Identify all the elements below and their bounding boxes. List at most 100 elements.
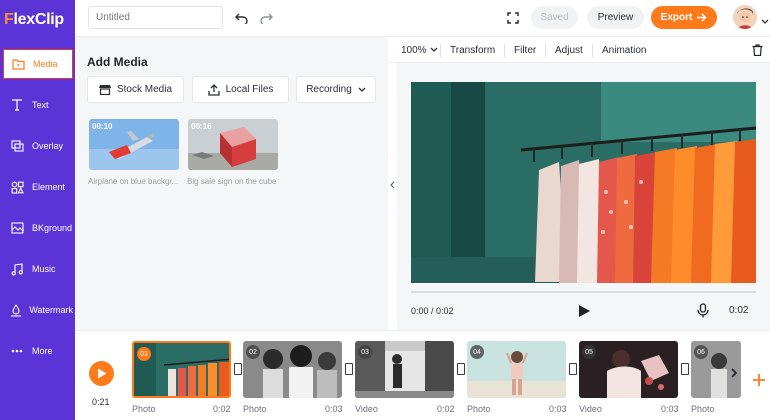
sidebar-item-more[interactable]: More (3, 336, 73, 366)
clip-number: 04 (470, 345, 484, 359)
total-duration: 0:02 (729, 305, 749, 316)
folder-media-icon (10, 56, 26, 72)
collapse-panel-handle[interactable] (388, 157, 397, 213)
sidebar-item-music[interactable]: Music (3, 254, 73, 284)
clip-number: 03 (358, 345, 372, 359)
project-title-input[interactable] (88, 6, 223, 29)
chevron-down-icon[interactable] (761, 12, 769, 24)
clip-type: Photo (467, 404, 491, 414)
microphone-icon[interactable] (697, 303, 711, 319)
clip-duration: 0:03 (549, 404, 567, 414)
undo-icon[interactable] (232, 9, 250, 27)
play-icon[interactable] (577, 304, 591, 318)
background-icon (9, 220, 25, 236)
sidebar-item-label: Text (32, 100, 49, 110)
edit-toolbar: 100% Transform Filter Adjust Animation (388, 37, 770, 63)
asset-duration: 00:16 (191, 122, 212, 131)
chevron-down-icon (430, 47, 438, 52)
media-asset-thumbnail[interactable]: 00:10 (89, 119, 179, 170)
asset-caption: Airplane on blue backgr... (88, 177, 179, 186)
zoom-value: 100% (401, 44, 427, 56)
clip-duration: 0:03 (661, 404, 679, 414)
timeline-total-time: 0:21 (92, 397, 110, 407)
timeline-clip[interactable]: 05 (579, 341, 678, 398)
music-icon (9, 261, 25, 277)
text-icon (9, 97, 25, 113)
export-button[interactable]: Export (651, 6, 717, 29)
transition-marker[interactable] (234, 363, 242, 375)
redo-icon[interactable] (257, 9, 275, 27)
timeline-scroll-right[interactable] (726, 361, 742, 385)
local-files-button[interactable]: Local Files (192, 76, 289, 103)
asset-caption: Big sale sign on the cube (187, 177, 277, 186)
clip-number: 06 (694, 345, 708, 359)
media-panel: Add Media Stock Media Local Files Record… (75, 37, 388, 330)
add-clip-icon[interactable] (751, 372, 767, 388)
transition-marker[interactable] (345, 363, 353, 375)
media-asset-thumbnail[interactable]: 00:16 (188, 119, 278, 170)
playback-time: 0:00 / 0:02 (411, 306, 454, 316)
toolbar-divider (504, 44, 505, 57)
sidebar-item-label: BKground (32, 223, 73, 233)
sidebar-item-label: Media (33, 59, 58, 69)
stock-media-label: Stock Media (116, 84, 173, 95)
clip-type: Photo (243, 404, 267, 414)
timeline-clip[interactable]: 03 (355, 341, 454, 398)
export-label: Export (660, 12, 693, 23)
sidebar-item-bkground[interactable]: BKground (3, 213, 73, 243)
overlay-icon (9, 138, 25, 154)
stock-media-button[interactable]: Stock Media (87, 76, 184, 103)
clip-type: Photo (691, 404, 715, 414)
adjust-button[interactable]: Adjust (555, 37, 583, 63)
sidebar-item-text[interactable]: Text (3, 90, 73, 120)
video-canvas[interactable] (411, 82, 756, 283)
fullscreen-icon[interactable] (504, 9, 522, 27)
sidebar-item-watermark[interactable]: Watermark (3, 295, 73, 325)
zoom-dropdown[interactable]: 100% (401, 37, 438, 63)
clip-number: 05 (582, 345, 596, 359)
playback-progress-bar[interactable] (411, 291, 756, 293)
transform-button[interactable]: Transform (450, 37, 495, 63)
saved-button[interactable]: Saved (531, 6, 578, 29)
clip-type: Photo (132, 404, 156, 414)
more-dots-icon (9, 343, 25, 359)
recording-label: Recording (306, 84, 352, 95)
sidebar-item-media[interactable]: Media (3, 49, 73, 79)
left-sidebar: FlexClip Media Text Overlay Element BKgr… (0, 0, 75, 420)
flexclip-logo[interactable]: FlexClip (4, 11, 64, 29)
transition-marker[interactable] (569, 363, 577, 375)
watermark-icon (9, 302, 22, 318)
filter-button[interactable]: Filter (514, 37, 536, 63)
trash-icon[interactable] (752, 37, 763, 63)
timeline-play-button[interactable] (89, 361, 114, 386)
local-files-label: Local Files (225, 84, 274, 95)
clip-duration: 0:02 (213, 404, 231, 414)
timeline-clip[interactable]: 04 (467, 341, 566, 398)
animation-button[interactable]: Animation (602, 37, 646, 63)
clip-number: 02 (246, 345, 260, 359)
timeline-clip[interactable]: 02 (243, 341, 342, 398)
preview-button[interactable]: Preview (587, 6, 644, 29)
sidebar-item-label: Music (32, 264, 56, 274)
sidebar-item-label: Element (32, 182, 66, 192)
sidebar-item-label: More (32, 346, 53, 356)
sidebar-item-element[interactable]: Element (3, 172, 73, 202)
asset-duration: 00:10 (92, 122, 113, 131)
transition-marker[interactable] (457, 363, 465, 375)
clip-number: 01 (137, 347, 151, 361)
toolbar-divider (440, 44, 441, 57)
store-icon (98, 85, 111, 95)
transition-marker[interactable] (681, 363, 689, 375)
timeline-clip[interactable]: 01 (132, 341, 231, 398)
recording-dropdown[interactable]: Recording (296, 76, 376, 103)
upload-icon (207, 83, 220, 96)
sidebar-item-label: Overlay (32, 141, 64, 151)
clip-type: Video (579, 404, 602, 414)
clip-type: Video (355, 404, 378, 414)
clip-duration: 0:03 (325, 404, 343, 414)
sidebar-item-overlay[interactable]: Overlay (3, 131, 73, 161)
play-icon (97, 368, 106, 379)
chevron-down-icon (358, 87, 366, 92)
user-avatar[interactable] (733, 5, 757, 29)
sidebar-item-label: Watermark (29, 305, 73, 315)
